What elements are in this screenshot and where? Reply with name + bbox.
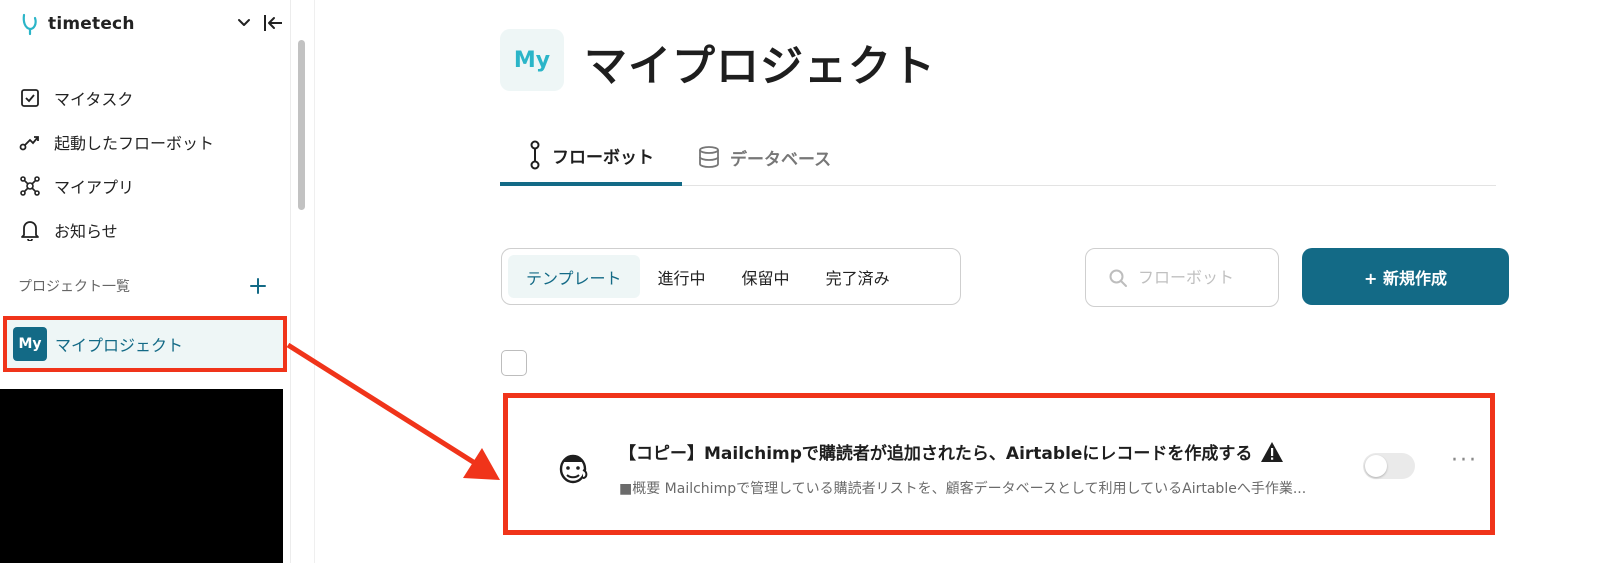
nav-item-label: マイタスク: [54, 90, 134, 109]
more-options-icon[interactable]: ···: [1451, 448, 1478, 473]
toggle-knob: [1365, 455, 1387, 477]
workspace-name: timetech: [48, 14, 135, 34]
projects-heading-label: プロジェクト一覧: [18, 279, 130, 295]
sidebar-scrollbar[interactable]: [298, 40, 305, 210]
flowbot-toggle[interactable]: [1363, 453, 1415, 479]
chevron-down-icon[interactable]: [236, 14, 252, 30]
redacted-area: [0, 389, 283, 563]
database-icon: [699, 146, 719, 168]
new-flowbot-button[interactable]: + 新規作成: [1302, 248, 1509, 305]
search-input[interactable]: [1138, 268, 1268, 287]
nav-item-label: 起動したフローボット: [54, 134, 215, 153]
add-project-icon[interactable]: [248, 276, 268, 296]
flowbot-row[interactable]: 【コピー】Mailchimpで購読者が追加されたら、Airtableにレコードを…: [503, 393, 1495, 535]
warning-icon: [1261, 441, 1284, 462]
project-label: マイプロジェクト: [55, 336, 184, 355]
filter-in-progress[interactable]: 進行中: [640, 255, 724, 298]
tab-label: フローボット: [552, 147, 654, 168]
brand[interactable]: timetech: [20, 12, 135, 36]
flowbot-title[interactable]: 【コピー】Mailchimpで購読者が追加されたら、Airtableにレコードを…: [619, 439, 1284, 464]
nav-item-launched-flowbots[interactable]: 起動したフローボット: [18, 120, 278, 164]
tab-flowbot[interactable]: フローボット: [500, 128, 682, 186]
tab-label: データベース: [730, 149, 832, 170]
nav-item-notifications[interactable]: お知らせ: [18, 208, 278, 252]
nav-item-label: マイアプリ: [54, 178, 135, 197]
mailchimp-logo-icon: [559, 454, 588, 484]
page-title: マイプロジェクト: [584, 42, 936, 92]
tab-database[interactable]: データベース: [698, 128, 831, 186]
collapse-sidebar-icon[interactable]: [262, 12, 284, 34]
flowbot-description: ■概要 Mailchimpで管理している購読者リストを、顧客データベースとして利…: [619, 481, 1307, 497]
nav-item-my-apps[interactable]: マイアプリ: [18, 164, 278, 208]
search-box[interactable]: [1085, 248, 1279, 307]
app-root: timetech マイタスク 起動したフローボット マイアプリ お知らせ プロジ…: [0, 0, 1600, 563]
timetech-logo-icon: [22, 13, 37, 36]
nav-item-my-tasks[interactable]: マイタスク: [18, 76, 278, 120]
nav-item-label: お知らせ: [54, 222, 118, 241]
filter-on-hold[interactable]: 保留中: [724, 255, 808, 298]
filter-completed[interactable]: 完了済み: [808, 255, 908, 298]
sidebar-nav: マイタスク 起動したフローボット マイアプリ お知らせ: [18, 76, 278, 252]
projects-heading: プロジェクト一覧: [18, 276, 268, 296]
select-all-checkbox[interactable]: [501, 350, 527, 376]
filter-template[interactable]: テンプレート: [508, 255, 640, 298]
flowbot-icon: [530, 140, 540, 170]
tab-bar: フローボット データベース: [500, 128, 1496, 186]
flowbot-title-text: 【コピー】Mailchimpで購読者が追加されたら、Airtableにレコードを…: [619, 444, 1253, 464]
page-avatar: My: [500, 29, 564, 91]
sidebar: timetech マイタスク 起動したフローボット マイアプリ お知らせ プロジ…: [0, 0, 291, 563]
status-filter-group: テンプレート 進行中 保留中 完了済み: [501, 248, 961, 305]
bell-icon: [18, 218, 42, 242]
search-icon: [1109, 269, 1127, 287]
project-item-my-project[interactable]: My マイプロジェクト: [3, 316, 287, 372]
sidebar-divider: [314, 0, 315, 563]
network-icon: [18, 174, 42, 198]
project-avatar: My: [13, 327, 47, 361]
checkbox-icon: [18, 86, 42, 110]
flow-icon: [18, 130, 42, 154]
